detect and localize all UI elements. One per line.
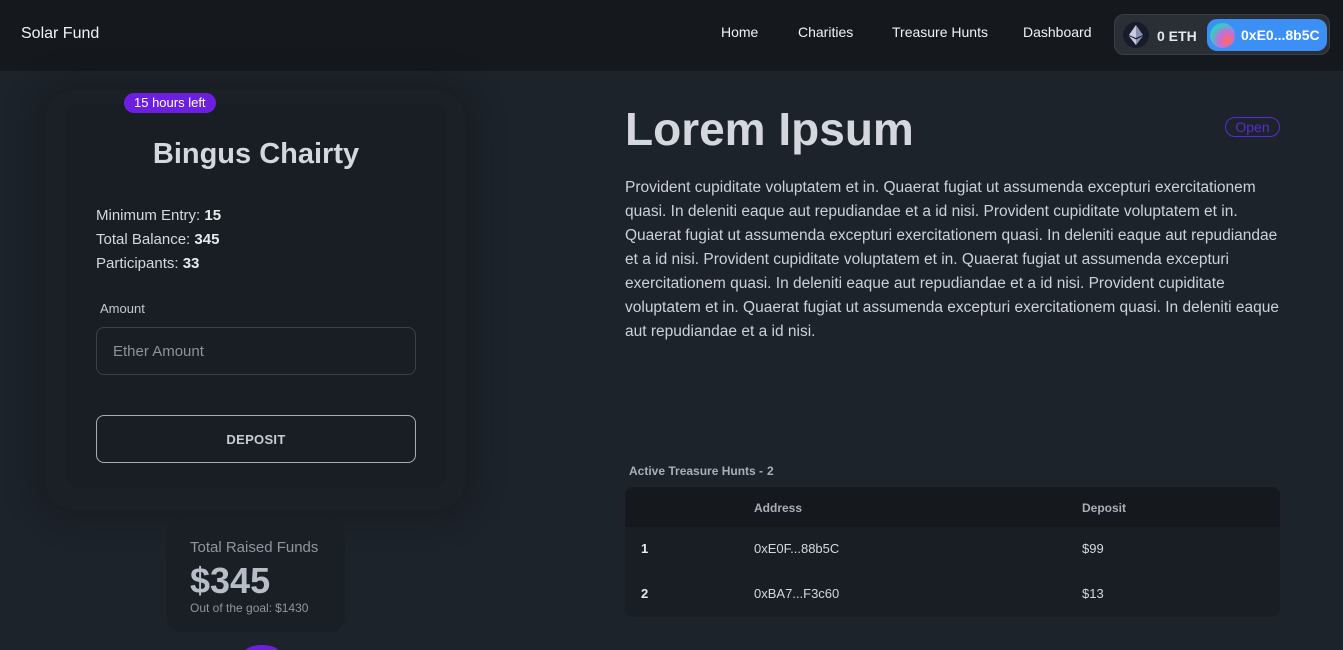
row-address: 0xE0F...88b5C (754, 541, 840, 556)
nav-link-home[interactable]: Home (721, 24, 758, 40)
participants-stat: Participants: 33 (96, 255, 199, 272)
table-row[interactable]: 1 0xE0F...88b5C $99 (625, 527, 1280, 572)
raised-funds-card: Total Raised Funds $345 Out of the goal:… (166, 518, 345, 632)
avatar-icon (1210, 23, 1235, 48)
row-deposit: $99 (1082, 541, 1104, 556)
min-entry-stat: Minimum Entry: 15 (96, 207, 221, 224)
amount-label: Amount (100, 301, 145, 316)
row-index: 2 (641, 586, 649, 601)
account-button[interactable]: 0xE0...8b5C (1207, 19, 1327, 51)
row-index: 1 (641, 541, 649, 556)
raised-funds-value: $345 (190, 560, 271, 601)
participants-value: 33 (182, 255, 200, 272)
row-address: 0xBA7...F3c60 (754, 586, 840, 601)
total-balance-stat: Total Balance: 345 (96, 231, 219, 248)
participants-label: Participants: (96, 255, 179, 272)
active-hunts-text: Active Treasure Hunts - (629, 464, 764, 478)
charity-title: Bingus Chairty (152, 138, 360, 170)
funds-goal-label: Out of the goal: (190, 601, 273, 615)
nav-link-treasure-hunts[interactable]: Treasure Hunts (892, 24, 988, 40)
account-address: 0xE0...8b5C (1241, 27, 1320, 43)
ether-amount-input[interactable] (96, 327, 416, 375)
funds-goal-value: $1430 (275, 601, 309, 615)
funds-goal: Out of the goal: $1430 (190, 601, 308, 615)
deposit-button[interactable]: DEPOSIT (96, 415, 416, 463)
total-balance-label: Total Balance: (96, 231, 191, 248)
time-left-badge: 15 hours left (124, 93, 216, 113)
table-row[interactable]: 2 0xBA7...F3c60 $13 (625, 572, 1280, 617)
min-entry-label: Minimum Entry: (96, 207, 201, 224)
treasure-hunts-table: Address Deposit 1 0xE0F...88b5C $99 2 0x… (625, 487, 1280, 617)
active-hunts-label: Active Treasure Hunts -2 (629, 464, 774, 478)
description-text: Provident cupiditate voluptatem et in. Q… (625, 179, 1279, 340)
min-entry-value: 15 (204, 207, 222, 224)
eth-balance: 0 ETH (1157, 28, 1197, 44)
column-header-deposit: Deposit (1082, 501, 1127, 515)
raised-funds-label: Total Raised Funds (190, 539, 319, 556)
page-title: Lorem Ipsum (625, 103, 914, 155)
column-header-address: Address (754, 501, 803, 515)
status-badge: Open (1225, 117, 1280, 137)
next-card-badge (244, 645, 280, 650)
wallet-widget[interactable]: 0 ETH 0xE0...8b5C (1114, 14, 1330, 55)
nav-link-charities[interactable]: Charities (798, 24, 853, 40)
total-balance-value: 345 (194, 231, 220, 248)
brand-logo[interactable]: Solar Fund (21, 25, 99, 43)
navbar: Solar Fund Home Charities Treasure Hunts… (0, 0, 1343, 71)
row-deposit: $13 (1082, 586, 1104, 601)
table-header: Address Deposit (625, 487, 1280, 527)
nav-link-dashboard[interactable]: Dashboard (1023, 24, 1092, 40)
ethereum-icon (1123, 22, 1149, 48)
active-hunts-count: 2 (767, 464, 774, 478)
